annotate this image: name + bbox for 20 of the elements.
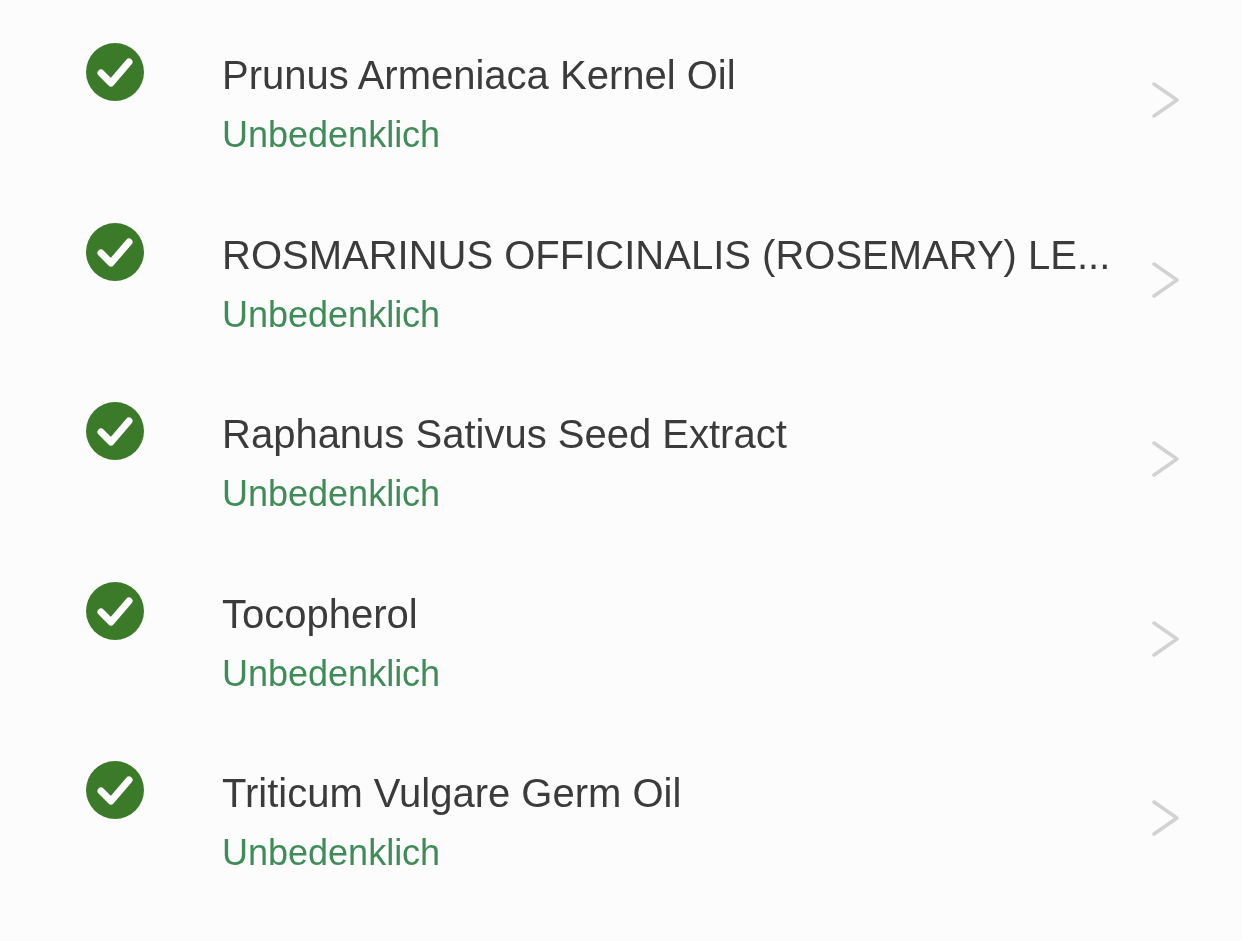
chevron-right-icon[interactable]: [1152, 261, 1179, 298]
check-circle-icon: [86, 222, 144, 281]
ingredient-name: ROSMARINUS OFFICINALIS (ROSEMARY) LE...: [222, 231, 1111, 279]
chevron-right-icon[interactable]: [1152, 620, 1179, 657]
rating-label: Unbedenklich: [222, 651, 441, 696]
ingredient-name: Raphanus Sativus Seed Extract: [222, 411, 787, 459]
check-circle-icon: [86, 581, 144, 640]
chevron-right-icon[interactable]: [1152, 441, 1179, 478]
check-circle-icon: [86, 402, 144, 461]
chevron-right-icon[interactable]: [1152, 82, 1179, 118]
chevron-right-icon[interactable]: [1152, 800, 1179, 837]
check-circle-icon: [86, 43, 144, 101]
rating-label: Unbedenklich: [222, 831, 441, 876]
check-circle-icon: [86, 761, 144, 820]
rating-label: Unbedenklich: [222, 113, 441, 157]
rating-label: Unbedenklich: [222, 472, 441, 517]
ingredient-name: Prunus Armeniaca Kernel Oil: [222, 52, 736, 99]
ingredient-name: Triticum Vulgare Germ Oil: [222, 770, 682, 818]
rating-label: Unbedenklich: [222, 292, 441, 337]
ingredient-name: Tocopherol: [222, 590, 418, 638]
